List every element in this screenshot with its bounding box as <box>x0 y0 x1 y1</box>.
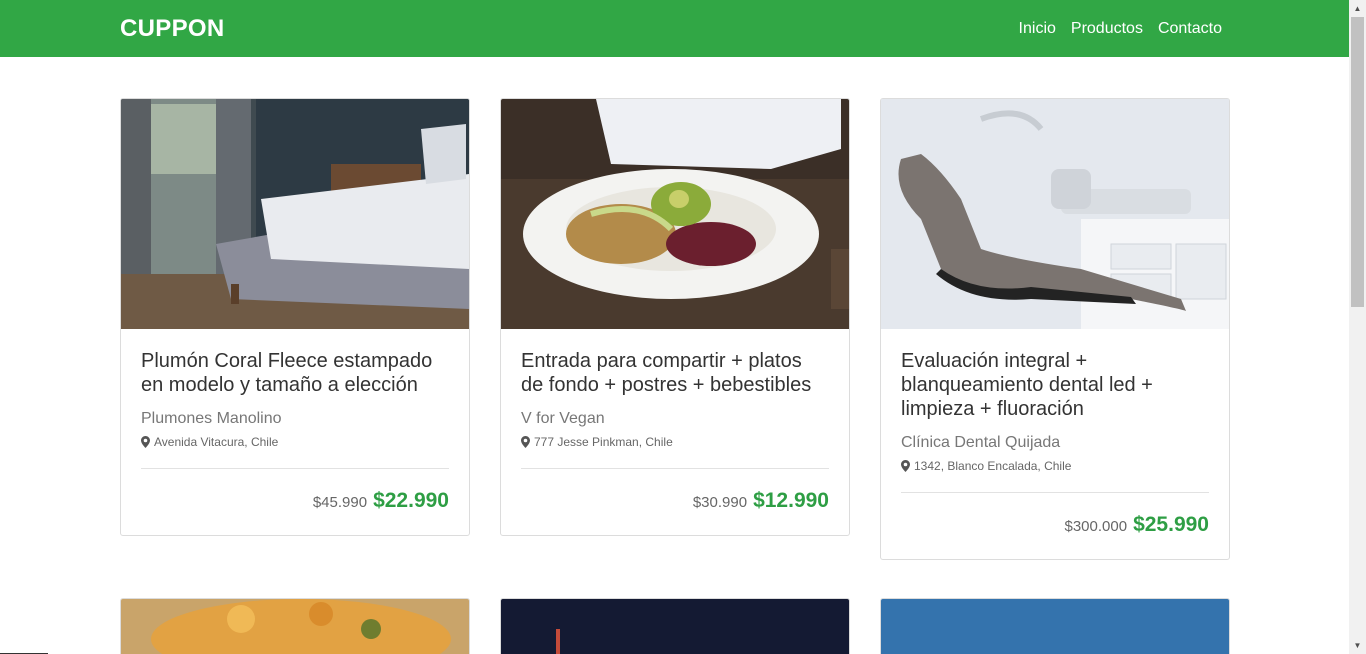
product-card[interactable]: Entrada para compartir + platos de fondo… <box>500 98 850 536</box>
product-card[interactable]: Plumón Coral Fleece estampado en modelo … <box>120 98 470 536</box>
scrollbar-thumb[interactable] <box>1351 17 1364 307</box>
card-price: $30.990 $12.990 <box>521 469 829 535</box>
card-vendor: Clínica Dental Quijada <box>901 434 1061 451</box>
card-price: $300.000 $25.990 <box>901 493 1210 559</box>
card-image-sky[interactable] <box>881 599 1229 654</box>
nav-link-productos[interactable]: Productos <box>1071 20 1143 38</box>
new-price: $22.990 <box>373 489 449 512</box>
nav-links: Inicio Productos Contacto <box>1019 20 1222 38</box>
old-price: $30.990 <box>692 494 748 511</box>
old-price: $300.000 <box>1064 518 1128 535</box>
navbar: CUPPON Inicio Productos Contacto <box>0 0 1349 57</box>
location-pin-icon <box>901 460 910 472</box>
location-pin-icon <box>521 436 530 448</box>
brand-logo[interactable]: CUPPON <box>120 15 224 43</box>
card-address: 1342, Blanco Encalada, Chile <box>901 459 1209 473</box>
card-image-night[interactable] <box>501 599 849 654</box>
card-body: Entrada para compartir + platos de fondo… <box>501 329 849 535</box>
card-address: 777 Jesse Pinkman, Chile <box>521 435 829 449</box>
card-body: Plumón Coral Fleece estampado en modelo … <box>121 329 469 535</box>
card-image-vegan-plate[interactable] <box>501 99 849 329</box>
card-address: Avenida Vitacura, Chile <box>141 435 449 449</box>
scroll-up-arrow-icon[interactable]: ▲ <box>1349 0 1366 17</box>
card-address-text: 1342, Blanco Encalada, Chile <box>914 459 1072 473</box>
scroll-down-arrow-icon[interactable]: ▼ <box>1349 637 1366 654</box>
nav-link-contacto[interactable]: Contacto <box>1158 20 1222 38</box>
new-price: $25.990 <box>1133 513 1209 536</box>
card-price: $45.990 $22.990 <box>141 469 449 535</box>
card-address-text: Avenida Vitacura, Chile <box>154 435 279 449</box>
card-title[interactable]: Plumón Coral Fleece estampado en modelo … <box>141 349 449 397</box>
card-title[interactable]: Evaluación integral + blanqueamiento den… <box>901 349 1209 421</box>
card-vendor: Plumones Manolino <box>141 410 282 427</box>
product-card[interactable] <box>500 598 850 654</box>
location-pin-icon <box>141 436 150 448</box>
product-card[interactable] <box>880 598 1230 654</box>
vertical-scrollbar[interactable]: ▲ ▼ <box>1349 0 1366 654</box>
card-vendor: V for Vegan <box>521 410 605 427</box>
new-price: $12.990 <box>753 489 829 512</box>
card-image-bedroom[interactable] <box>121 99 469 329</box>
card-image-dental-chair[interactable] <box>881 99 1229 329</box>
card-image-pasta[interactable] <box>121 599 469 654</box>
card-address-text: 777 Jesse Pinkman, Chile <box>534 435 673 449</box>
product-card[interactable]: Evaluación integral + blanqueamiento den… <box>880 98 1230 560</box>
card-body: Evaluación integral + blanqueamiento den… <box>881 329 1229 559</box>
card-title[interactable]: Entrada para compartir + platos de fondo… <box>521 349 829 397</box>
old-price: $45.990 <box>312 494 368 511</box>
product-card[interactable] <box>120 598 470 654</box>
nav-link-inicio[interactable]: Inicio <box>1019 20 1056 38</box>
